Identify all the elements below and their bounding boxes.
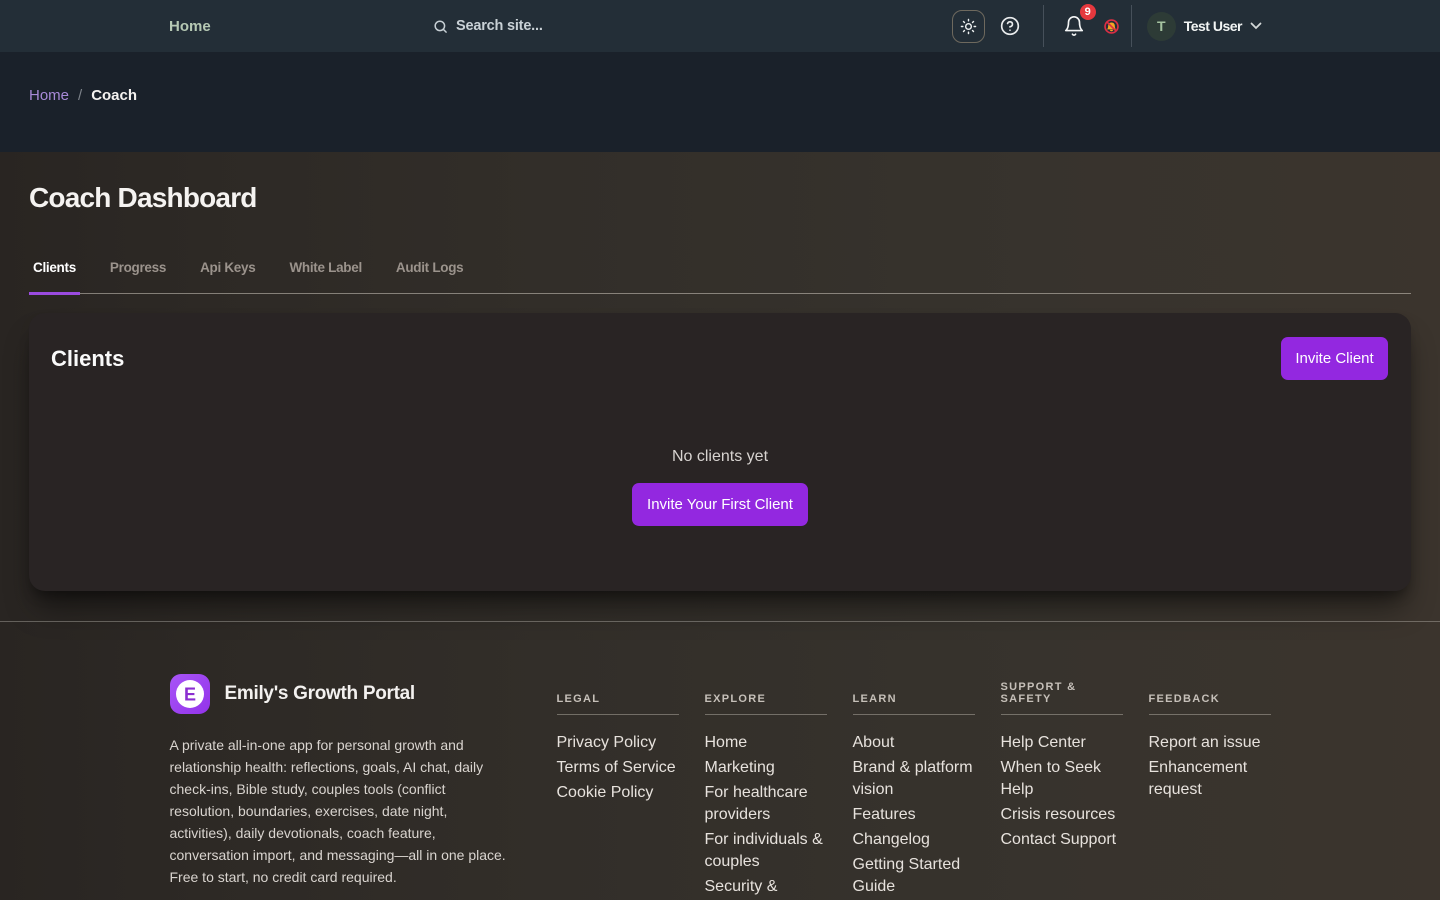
svg-text:E: E: [183, 685, 195, 705]
